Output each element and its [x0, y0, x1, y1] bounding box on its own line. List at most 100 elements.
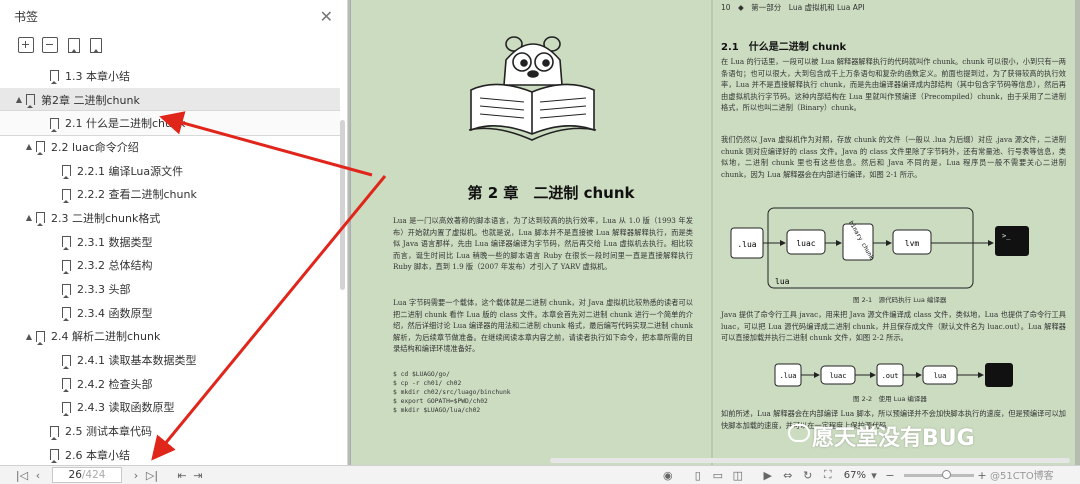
fig2-label-3: lua [934, 372, 947, 380]
bookmark-icon[interactable] [90, 38, 102, 53]
bookmark-label: 2.3.1 数据类型 [77, 234, 153, 250]
rotate-icon[interactable]: ↻ [798, 467, 818, 483]
bookmark-label: 2.4.2 检查头部 [77, 376, 153, 392]
fig1-label-3: lvm [905, 239, 920, 248]
zoom-dropdown-icon[interactable]: ▾ [866, 467, 882, 483]
back-icon[interactable]: ⇤ [174, 467, 190, 483]
first-page-icon[interactable]: |◁ [14, 467, 30, 483]
bookmark-icon [62, 284, 71, 295]
chapter-title: 第 2 章 二进制 chunk [431, 182, 671, 203]
section-paragraph-2: 我们仍然以 Java 虚拟机作为对照，存放 chunk 的文件（一般以 .lua… [721, 134, 1066, 180]
page-right: 10 ◆ 第一部分 Lua 虚拟机和 Lua API 2.1 什么是二进制 ch… [713, 0, 1075, 465]
fig1-terminal-icon [995, 226, 1029, 256]
bookmark-icon [36, 141, 45, 152]
bookmark-item[interactable]: 2.5 测试本章代码 [0, 419, 340, 443]
blog-watermark: @51CTO博客 [990, 467, 1054, 482]
bookmark-label: 2.2 luac命令介绍 [51, 139, 139, 155]
bookmark-label: 2.4 解析二进制chunk [51, 328, 160, 344]
status-bar: |◁ ‹ 26 /424 › ▷| ⇤ ⇥ ◉ ▯ ▭ ◫ ▶ ⇔ ↻ ⛶ 67… [0, 465, 1080, 484]
fig2-label-1: luac [830, 372, 847, 380]
bookmark-label: 2.4.3 读取函数原型 [77, 399, 175, 415]
bookmark-item[interactable]: 2.3.4 函数原型 [0, 301, 340, 325]
figure-2-2-caption: 图 2-2 使用 Lua 编译器 [853, 393, 927, 403]
bookmark-item[interactable]: ▲ 2.4 解析二进制chunk [0, 325, 340, 349]
next-page-icon[interactable]: › [128, 467, 144, 483]
sidebar-scrollbar[interactable] [340, 120, 345, 290]
zoom-slider-knob[interactable] [942, 470, 951, 479]
fig1-label-1: luac [796, 239, 815, 248]
expand-caret-icon[interactable]: ▲ [24, 213, 34, 222]
bookmark-icon [62, 165, 71, 176]
bookmark-label: 2.5 测试本章代码 [65, 423, 152, 439]
bookmark-item[interactable]: 2.3.2 总体结构 [0, 254, 340, 278]
bookmark-icon [50, 118, 59, 129]
bookmark-item[interactable]: ▲ 2.2 luac命令介绍 [0, 135, 340, 159]
expand-caret-icon[interactable]: ▲ [24, 142, 34, 151]
eye-mode-icon[interactable]: ◉ [658, 467, 678, 483]
document-view: 第 2 章 二进制 chunk Lua 是一门以高效著称的脚本语言，为了达到较高… [350, 0, 1075, 465]
fig1-group-label: lua [775, 277, 790, 286]
horizontal-scrollbar[interactable] [550, 458, 1070, 463]
bookmark-label: 第2章 二进制chunk [41, 92, 140, 108]
prev-page-icon[interactable]: ‹ [30, 467, 46, 483]
bookmark-item[interactable]: 2.1 什么是二进制chunk [0, 111, 340, 135]
bookmark-icon [26, 94, 35, 105]
section-paragraph-3: Java 提供了命令行工具 javac，用来把 Java 源文件编译成 clas… [721, 309, 1066, 344]
collapse-all-icon[interactable] [42, 37, 58, 53]
bookmark-item[interactable]: 2.3.3 头部 [0, 277, 340, 301]
figure-2-2-diagram: .lua luac .out lua [773, 360, 1023, 390]
bookmark-item[interactable]: 2.3.1 数据类型 [0, 230, 340, 254]
wechat-icon [788, 424, 810, 442]
double-page-icon[interactable]: ◫ [728, 467, 748, 483]
forward-icon[interactable]: ⇥ [190, 467, 206, 483]
bookmark-item[interactable]: 2.2.2 查看二进制chunk [0, 182, 340, 206]
bookmark-icon [50, 426, 59, 437]
bookmark-label: 2.3.2 总体结构 [77, 257, 153, 273]
last-page-icon[interactable]: ▷| [144, 467, 160, 483]
expand-all-icon[interactable] [18, 37, 34, 53]
watermark-text: 愿天堂没有BUG [812, 420, 975, 452]
intro-paragraph-2: Lua 字节码需要一个载体，这个载体就是二进制 chunk，对 Java 虚拟机… [393, 297, 693, 355]
bookmark-item[interactable]: 2.4.3 读取函数原型 [0, 396, 340, 420]
zoom-slider[interactable] [904, 474, 974, 477]
current-page: 26 [69, 469, 82, 481]
bookmark-item[interactable]: ▲ 2.3 二进制chunk格式 [0, 206, 340, 230]
bookmark-tree: 1.3 本章小结 ▲ 第2章 二进制chunk 2.1 什么是二进制chunk ▲ 2.2… [0, 64, 340, 465]
continuous-page-icon[interactable]: ▭ [708, 467, 728, 483]
add-bookmark-icon[interactable] [68, 38, 80, 53]
play-icon[interactable]: ▶ [758, 467, 778, 483]
fig2-label-0: .lua [780, 372, 797, 380]
shell-commands: $ cd $LUAGO/go/ $ cp -r ch01/ ch02 $ mkd… [393, 370, 511, 415]
bookmark-item[interactable]: 2.6 本章小结 [0, 443, 340, 465]
bookmarks-panel: 书签 ✕ 1.3 本章小结 ▲ 第2章 二进制chunk 2.1 什么是二进制chun… [0, 0, 348, 465]
zoom-out-icon[interactable]: − [882, 467, 898, 483]
svg-text:>_: >_ [1002, 232, 1011, 240]
bookmark-label: 2.3.4 函数原型 [77, 305, 153, 321]
bookmarks-header: 书签 ✕ [0, 0, 347, 32]
bookmark-label: 2.1 什么是二进制chunk [65, 115, 185, 131]
figure-2-1-diagram: .lua luac binary chunk lvm >_ lua [723, 200, 1068, 290]
bookmark-label: 2.4.1 读取基本数据类型 [77, 352, 197, 368]
bookmark-item[interactable]: 1.3 本章小结 [0, 64, 340, 88]
expand-caret-icon[interactable]: ▲ [24, 332, 34, 341]
bookmark-label: 2.2.1 编译Lua源文件 [77, 163, 183, 179]
bookmarks-title: 书签 [14, 8, 38, 25]
fit-width-icon[interactable]: ⇔ [778, 467, 798, 483]
fullscreen-icon[interactable]: ⛶ [818, 467, 838, 483]
single-page-icon[interactable]: ▯ [688, 467, 708, 483]
zoom-in-icon[interactable]: + [974, 467, 990, 483]
close-icon[interactable]: ✕ [320, 7, 333, 26]
page-number-input[interactable]: 26 /424 [52, 467, 122, 483]
bookmark-item[interactable]: 2.4.1 读取基本数据类型 [0, 348, 340, 372]
page-left: 第 2 章 二进制 chunk Lua 是一门以高效著称的脚本语言，为了达到较高… [351, 0, 711, 465]
bookmark-icon [62, 307, 71, 318]
expand-caret-icon[interactable]: ▲ [14, 95, 24, 104]
bookmark-item[interactable]: 2.4.2 检查头部 [0, 372, 340, 396]
bookmark-item[interactable]: 2.2.1 编译Lua源文件 [0, 159, 340, 183]
bookmark-label: 2.3 二进制chunk格式 [51, 210, 160, 226]
bookmark-item[interactable]: ▲ 第2章 二进制chunk [0, 88, 340, 112]
bookmark-icon [62, 378, 71, 389]
bookmark-label: 2.3.3 头部 [77, 281, 131, 297]
zoom-level[interactable]: 67% [844, 470, 866, 481]
gopher-mascot-illustration [466, 30, 601, 145]
